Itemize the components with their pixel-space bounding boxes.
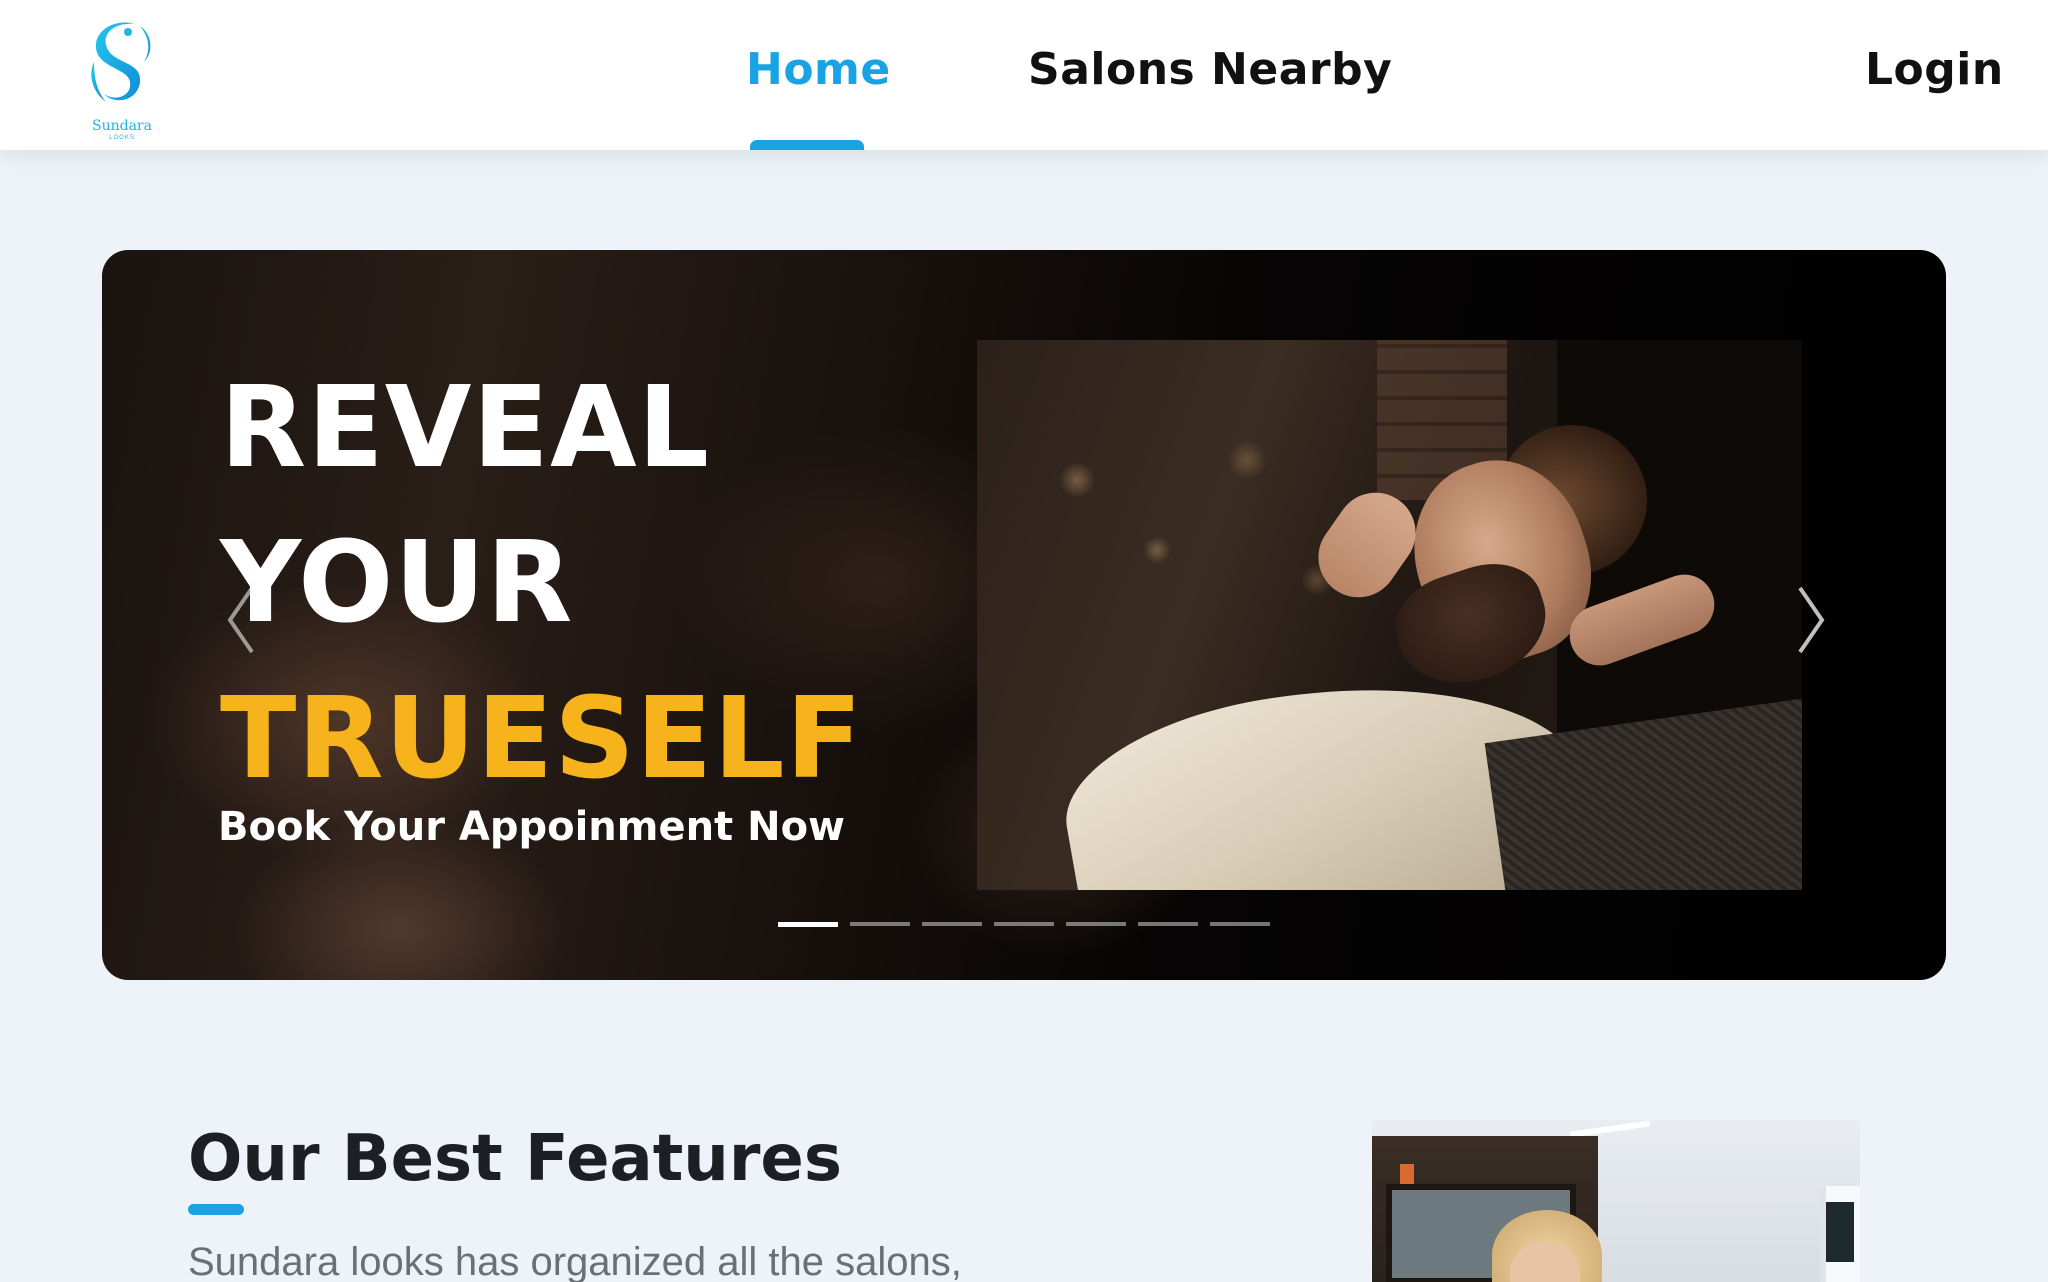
sundara-logo[interactable]: Sundara LOOKS <box>82 18 162 142</box>
carousel-indicator-5[interactable] <box>1066 922 1126 926</box>
features-heading: Our Best Features <box>188 1122 842 1196</box>
logo-name: Sundara <box>92 118 152 134</box>
nav-salons-nearby[interactable]: Salons Nearby <box>1028 44 1392 95</box>
salon-photo <box>1372 1120 1860 1282</box>
carousel-indicators <box>778 922 1270 927</box>
logo-swirl-icon <box>91 22 151 102</box>
chevron-right-icon <box>1798 586 1825 654</box>
features-description: Sundara looks has organized all the salo… <box>188 1240 962 1282</box>
features-heading-underline <box>188 1204 244 1215</box>
site-header: Sundara LOOKS Home Salons Nearby Login <box>0 0 2048 150</box>
hero-heading-line2: YOUR <box>220 518 574 648</box>
carousel-indicator-3[interactable] <box>922 922 982 926</box>
chevron-left-icon <box>227 586 254 654</box>
carousel-indicator-7[interactable] <box>1210 922 1270 926</box>
carousel-indicator-6[interactable] <box>1138 922 1198 926</box>
nav-home[interactable]: Home <box>746 44 891 95</box>
carousel-next-button[interactable] <box>1790 580 1830 660</box>
carousel-indicator-2[interactable] <box>850 922 910 926</box>
hero-heading-line3: TRUESELF <box>220 674 864 804</box>
hero-carousel: REVEAL YOUR TRUESELF Book Your Appoinmen… <box>102 250 1946 980</box>
nav-login[interactable]: Login <box>1865 44 2004 95</box>
carousel-prev-button[interactable] <box>222 580 262 660</box>
barber-photo <box>977 340 1802 890</box>
hero-heading-line1: REVEAL <box>220 363 710 493</box>
carousel-indicator-4[interactable] <box>994 922 1054 926</box>
carousel-indicator-1[interactable] <box>778 922 838 927</box>
nav-active-indicator <box>750 140 864 150</box>
logo-tagline: LOOKS <box>109 135 135 141</box>
hero-subtitle: Book Your Appoinment Now <box>218 804 846 850</box>
